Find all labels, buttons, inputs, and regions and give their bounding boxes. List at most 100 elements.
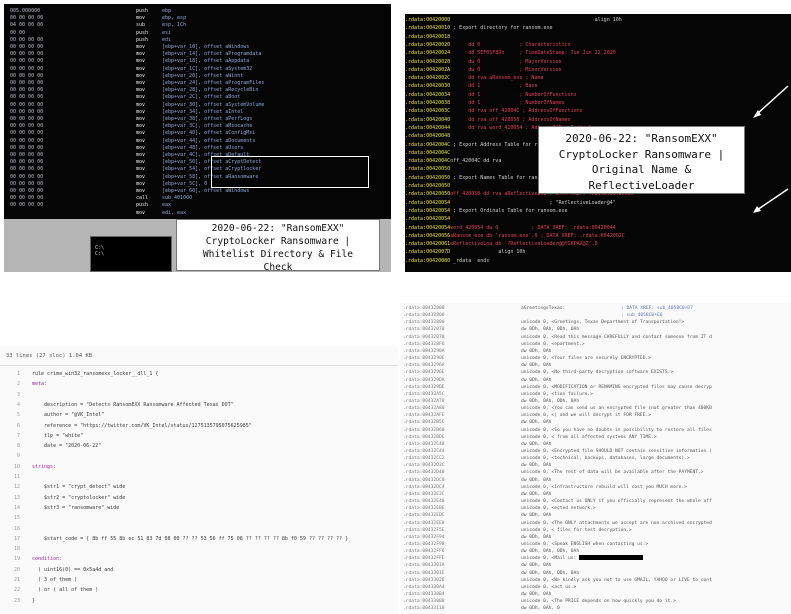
line-number: 6 xyxy=(16,422,20,429)
code-row: 11 xyxy=(0,473,398,482)
mnemonic: mov xyxy=(136,116,146,123)
code-row: 10 strings: xyxy=(0,463,398,472)
asm-line: mov [ebp+var_2C], offset aBoot xyxy=(136,94,386,101)
address-line: 00 00 00 00 xyxy=(10,36,44,43)
address-line: 00 00 00 00 xyxy=(10,108,44,115)
code-text: tlp = "white" xyxy=(32,432,84,439)
asm-line: mov [ebp+var_30], offset aSystemVolume xyxy=(136,102,386,109)
operands: sub_401000 xyxy=(162,195,193,202)
address-line: 00 00 00 00 xyxy=(10,44,44,51)
code-text: ( 3 of them ) xyxy=(32,577,78,583)
address-line: 00 00 00 00 xyxy=(10,94,44,101)
code-text: $str1 = "crypt_detect" wide xyxy=(32,484,126,491)
line-number: 12 xyxy=(13,484,20,491)
mnemonic: mov xyxy=(136,15,146,22)
asm-line: mov [ebp+var_14], offset aProgramdata xyxy=(136,51,386,58)
mnemonic: mov xyxy=(136,166,146,173)
code-row: 2 meta: xyxy=(0,380,398,389)
operands: [ebp+var_38], offset aPerfLogs xyxy=(162,116,253,123)
operands: ebp xyxy=(162,8,172,14)
export-directory-screenshot: .rdata:00420000 align 10h .rdata:00420010… xyxy=(405,14,791,272)
operands: [ebp+var_10], offset aWindows xyxy=(162,44,250,51)
operands: [ebp+var_60], offset aWindows xyxy=(162,188,250,195)
asm-line: mov edi, eax xyxy=(136,210,386,217)
asm-line: mov [ebp+var_34], offset aIntel xyxy=(136,109,386,116)
caption-line: CryptoLocker Ransomware | xyxy=(558,147,725,161)
mnemonic: mov xyxy=(136,180,146,187)
operands: [ebp+var_44], offset aDocuments xyxy=(162,137,256,144)
mnemonic: mov xyxy=(136,123,146,130)
highlight-box xyxy=(211,156,369,188)
mnemonic: sub xyxy=(136,22,146,29)
mnemonic: mov xyxy=(136,209,146,216)
address-line: 00 00 00 00 xyxy=(10,72,44,79)
mnemonic: mov xyxy=(136,108,146,115)
code-row: 8 date = "2020-06-22" xyxy=(0,442,398,451)
address-line: 00 00 00 00 xyxy=(10,195,44,202)
code-text: condition: xyxy=(32,556,63,563)
address-line: 00 00 00 00 xyxy=(10,123,44,130)
line-number: 7 xyxy=(16,432,20,439)
code-text: date = "2020-06-22" xyxy=(32,443,102,450)
mnemonic: mov xyxy=(136,137,146,144)
operands: eax xyxy=(162,202,172,209)
disassembly-screenshot-whitelist: 005.000000 00 00 00 00 04 00 00 00 00 00 00 … xyxy=(4,4,391,272)
mnemonic: mov xyxy=(136,159,146,166)
operands: [ebp+var_5C], 0 xyxy=(162,180,208,187)
code-row: 7 tlp = "white" xyxy=(0,432,398,441)
line-number: 13 xyxy=(13,494,20,501)
redacted-email xyxy=(579,555,644,561)
asm-line: push esi xyxy=(136,30,386,37)
asm-line: mov [ebp+var_10], offset aWindows xyxy=(136,44,386,51)
arrow-lower-head xyxy=(753,206,761,213)
mnemonic: mov xyxy=(136,130,146,137)
address-line: 00 00 00 00 xyxy=(10,188,44,195)
code-text: ( uint16(0) == 0x5a4d and xyxy=(32,566,114,573)
line-number: 15 xyxy=(13,515,20,522)
asm-line: mov [ebp+var_18], offset aAppdata xyxy=(136,58,386,65)
line-number: 18 xyxy=(13,546,20,553)
mnemonic: mov xyxy=(136,65,146,72)
code-row: 6 reference = "https://twitter.com/VK_In… xyxy=(0,422,398,431)
strings-row: .rdata:00433110 dw 0Dh, 0Ah, 0 xyxy=(401,605,791,613)
address-line: 00 00 00 00 xyxy=(10,152,44,159)
line-number: 20 xyxy=(13,566,20,573)
mnemonic: mov xyxy=(136,72,146,79)
code-row: 17 $start_code = { 8b ff 55 8b ec 51 83 … xyxy=(0,535,398,544)
line-number: 10 xyxy=(13,463,20,470)
mnemonic: push xyxy=(136,29,149,36)
code-row: 12 $str1 = "crypt_detect" wide xyxy=(0,483,398,492)
asm-line: sub esp, 1Ch xyxy=(136,22,386,29)
address-line: 00 00 00 00 xyxy=(10,166,44,173)
asm-line: mov [ebp+var_48], offset aUsers xyxy=(136,145,386,152)
caption-line: Check xyxy=(263,262,293,272)
operands: esi xyxy=(162,29,172,36)
mnemonic: mov xyxy=(136,101,146,108)
code-text: reference = "https://twitter.com/VK_Inte… xyxy=(32,422,252,429)
ransom-note-strings-screenshot: .rdata:00432800 aGreetingsTexas:; DATA XR… xyxy=(401,303,791,614)
line-number: 4 xyxy=(16,401,20,408)
code-row: 16 xyxy=(0,525,398,534)
code-text: ) or ( all of them ) xyxy=(32,587,99,594)
mnemonic: mov xyxy=(136,152,146,159)
mnemonic: mov xyxy=(136,58,146,65)
operands: [ebp+var_28], offset aRecycleBin xyxy=(162,87,259,94)
row-content: dw 0Dh, 0Ah, 0 xyxy=(521,606,560,612)
row-address: .rdata:00433110 xyxy=(403,606,445,612)
operands: [ebp+var_3C], offset aMsocache xyxy=(162,123,253,130)
disassembly-view: 005.000000 00 00 00 00 04 00 00 00 00 00 00 … xyxy=(4,4,391,219)
address-line: 00 00 00 00 xyxy=(10,15,44,22)
operands: esp, 1Ch xyxy=(162,22,187,29)
asm-line: mov [ebp+var_28], offset aRecycleBin xyxy=(136,87,386,94)
line-number: 2 xyxy=(16,381,20,388)
line-number: 21 xyxy=(13,577,20,583)
address-line: 00 00 00 00 xyxy=(10,116,44,123)
address-line: 00 00 00 00 xyxy=(10,58,44,65)
mnemonic: mov xyxy=(136,80,146,87)
operands: [ebp+var_34], offset aIntel xyxy=(162,108,244,115)
code-row: 9 xyxy=(0,452,398,461)
line-number: 9 xyxy=(16,453,20,460)
operands: ebp, esp xyxy=(162,15,187,22)
asm-line: push ebp xyxy=(136,8,386,15)
code-text: author = "@VK_Intel" xyxy=(32,412,105,419)
